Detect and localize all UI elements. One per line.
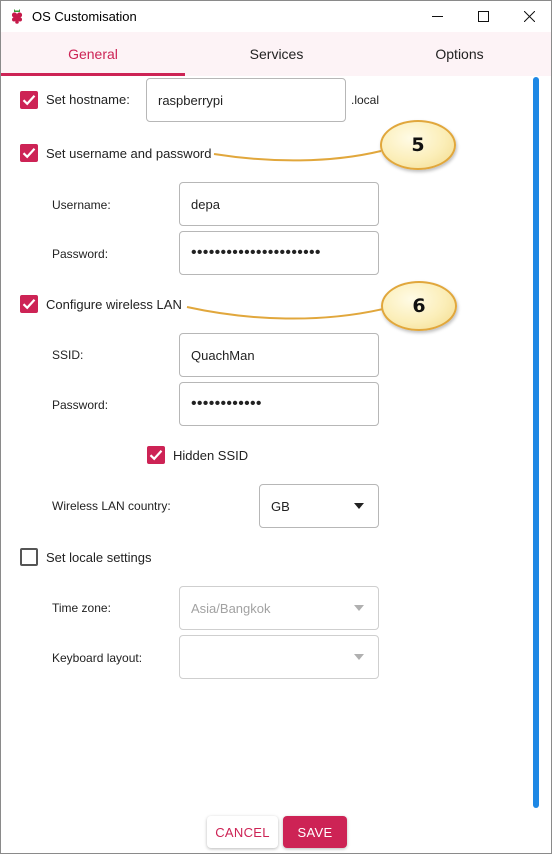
os-customisation-window: OS Customisation General Services Option… — [0, 0, 552, 854]
annotation-leader-lines — [186, 150, 384, 320]
leader-line-5 — [213, 150, 382, 162]
annotation-callout-5: 5 — [380, 120, 456, 170]
cancel-button[interactable]: CANCEL — [207, 816, 278, 848]
leader-line-6 — [186, 306, 384, 320]
save-button[interactable]: SAVE — [283, 816, 347, 848]
annotation-callout-6: 6 — [381, 281, 457, 331]
